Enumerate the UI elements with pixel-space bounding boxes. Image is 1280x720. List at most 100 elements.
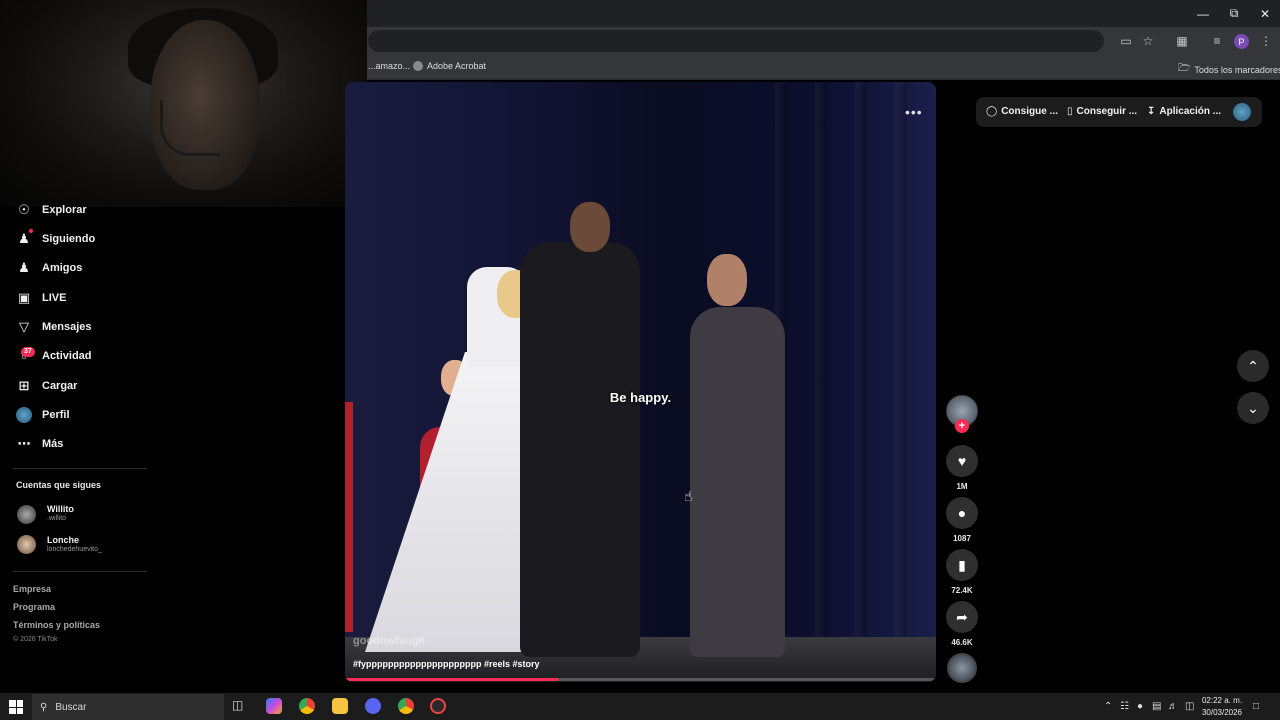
comment-count: 1087 — [953, 534, 971, 543]
comment-button[interactable]: ● — [946, 497, 978, 529]
extensions-icon[interactable]: ▦ — [1174, 33, 1190, 49]
next-video-button[interactable]: ⌄ — [1237, 392, 1269, 424]
followed-account-name[interactable]: Lonche — [47, 535, 79, 545]
media-control-icon[interactable]: ≡ — [1209, 33, 1225, 49]
get-app-button[interactable]: ▯ Conseguir ... — [1067, 106, 1137, 117]
tray-network-icon[interactable]: ☷ — [1120, 701, 1129, 712]
like-count: 1M — [956, 482, 968, 491]
webcam-overlay — [0, 0, 367, 207]
footer-link-terms[interactable]: Términos y políticas — [13, 620, 100, 630]
chevron-down-icon: ⌄ — [1247, 399, 1259, 416]
bridesmaid-edge — [345, 402, 353, 632]
comment-icon: ● — [957, 505, 967, 521]
followed-account-username: .willito — [47, 515, 67, 522]
copilot-icon[interactable] — [266, 698, 282, 714]
save-button[interactable]: ▮ — [946, 549, 978, 581]
search-icon: ⚲ — [40, 701, 48, 713]
share-button[interactable]: ➦ — [946, 601, 978, 633]
install-app-icon[interactable]: ▭ — [1118, 33, 1134, 49]
chevron-up-icon: ⌃ — [1247, 357, 1259, 374]
taskbar-search[interactable]: ⚲ Buscar — [32, 694, 224, 720]
bookmark-item[interactable]: Adobe Acrobat — [413, 61, 486, 71]
chrome-icon[interactable] — [299, 698, 315, 714]
battery-icon[interactable]: ◫ — [1185, 701, 1194, 712]
curtain-fold — [895, 82, 907, 642]
more-options-icon[interactable]: ••• — [905, 104, 923, 120]
file-explorer-icon[interactable] — [332, 698, 348, 714]
avatar[interactable] — [17, 505, 36, 524]
hand-cursor-icon: ☝ — [684, 488, 693, 504]
clock-time[interactable]: 02:22 a. m. — [1200, 696, 1244, 705]
following-section-title: Cuentas que sigues — [16, 480, 102, 490]
acrobat-icon — [413, 61, 423, 71]
folder-icon: 🗁 — [1178, 63, 1191, 74]
new-content-dot — [29, 229, 33, 233]
nav-siguiendo[interactable]: ♟ Siguiendo — [16, 229, 95, 249]
bookmark-icon: ▮ — [958, 556, 966, 573]
previous-video-button[interactable]: ⌃ — [1237, 350, 1269, 382]
follow-plus-icon[interactable]: + — [955, 419, 969, 433]
chrome-profile-icon[interactable] — [398, 698, 414, 714]
obs-icon[interactable] — [430, 698, 446, 714]
sidebar-divider — [12, 571, 147, 572]
friends-icon: ♟ — [18, 260, 30, 275]
followed-account-username: lonchedehuevito_ — [47, 546, 102, 553]
music-disc-avatar[interactable] — [947, 653, 977, 683]
nav-perfil[interactable]: Perfil — [16, 405, 70, 425]
coin-icon: ◯ — [986, 106, 998, 117]
all-bookmarks-button[interactable]: 🗁 Todos los marcadores — [1178, 61, 1280, 78]
officiant-suit — [690, 307, 785, 657]
tray-chevron-icon[interactable]: ⌃ — [1104, 701, 1112, 712]
wifi-icon[interactable]: ▤ — [1152, 701, 1161, 712]
share-icon: ➦ — [956, 608, 968, 625]
heart-icon: ♥ — [957, 453, 967, 469]
notifications-icon[interactable]: □ — [1253, 701, 1259, 712]
save-count: 72.4K — [951, 586, 973, 595]
officiant-head — [707, 254, 747, 306]
microphone-icon[interactable]: ● — [1137, 701, 1143, 712]
curtain-fold — [855, 82, 867, 642]
video-subtitle: Be happy. — [609, 390, 672, 405]
copyright: © 2026 TikTok — [13, 636, 58, 643]
task-view-icon[interactable]: ◫ — [232, 698, 248, 714]
minimize-icon[interactable]: — — [1188, 0, 1218, 27]
nav-mas[interactable]: ⋯ Más — [16, 434, 64, 454]
desktop-app-button[interactable]: ↧ Aplicación ... — [1147, 106, 1221, 117]
profile-avatar[interactable]: P — [1234, 34, 1249, 49]
video-progress-fill — [345, 678, 558, 681]
user-avatar[interactable] — [1233, 103, 1251, 121]
clock-date[interactable]: 30/03/2026 — [1198, 708, 1246, 717]
address-bar[interactable] — [368, 30, 1104, 52]
video-player[interactable]: Be happy. goodowfvug8 #fyppppppppppppppp… — [345, 82, 936, 682]
nav-amigos[interactable]: ♟ Amigos — [16, 258, 82, 278]
upload-icon: ⊞ — [18, 378, 30, 393]
groom-suit — [520, 242, 640, 657]
kebab-menu-icon[interactable]: ⋮ — [1258, 33, 1274, 49]
compass-icon: ☉ — [18, 202, 30, 217]
activity-badge: 37 — [21, 347, 35, 357]
phone-icon: ▯ — [1067, 106, 1073, 117]
webcam-headset-mic — [160, 100, 220, 156]
volume-icon[interactable]: ♬ — [1168, 701, 1178, 712]
discord-icon[interactable] — [365, 698, 381, 714]
groom-head — [570, 202, 610, 252]
footer-link-programa[interactable]: Programa — [13, 602, 55, 612]
followed-account-name[interactable]: Willito — [47, 504, 74, 514]
curtain-fold — [815, 82, 827, 642]
bookmark-star-icon[interactable]: ☆ — [1140, 33, 1156, 49]
video-author-watermark: goodowfvug8 — [353, 635, 425, 647]
following-icon: ♟ — [18, 231, 30, 246]
close-icon[interactable]: ✕ — [1250, 0, 1280, 27]
like-button[interactable]: ♥ — [946, 445, 978, 477]
nav-mensajes[interactable]: ▽ Mensajes — [16, 317, 92, 337]
bookmark-item[interactable]: ...amazo... — [368, 61, 410, 71]
footer-link-empresa[interactable]: Empresa — [13, 584, 51, 594]
get-coins-button[interactable]: ◯ Consigue ... — [986, 106, 1058, 117]
video-caption[interactable]: #fyppppppppppppppppppppp #reels #story — [353, 659, 540, 669]
nav-live[interactable]: ▣ LIVE — [16, 288, 67, 308]
nav-cargar[interactable]: ⊞ Cargar — [16, 376, 78, 396]
avatar[interactable] — [17, 535, 36, 554]
restore-icon[interactable]: ⧉ — [1219, 0, 1249, 27]
windows-start-icon[interactable] — [9, 700, 23, 714]
nav-explorar[interactable]: ☉ Explorar — [16, 200, 86, 220]
